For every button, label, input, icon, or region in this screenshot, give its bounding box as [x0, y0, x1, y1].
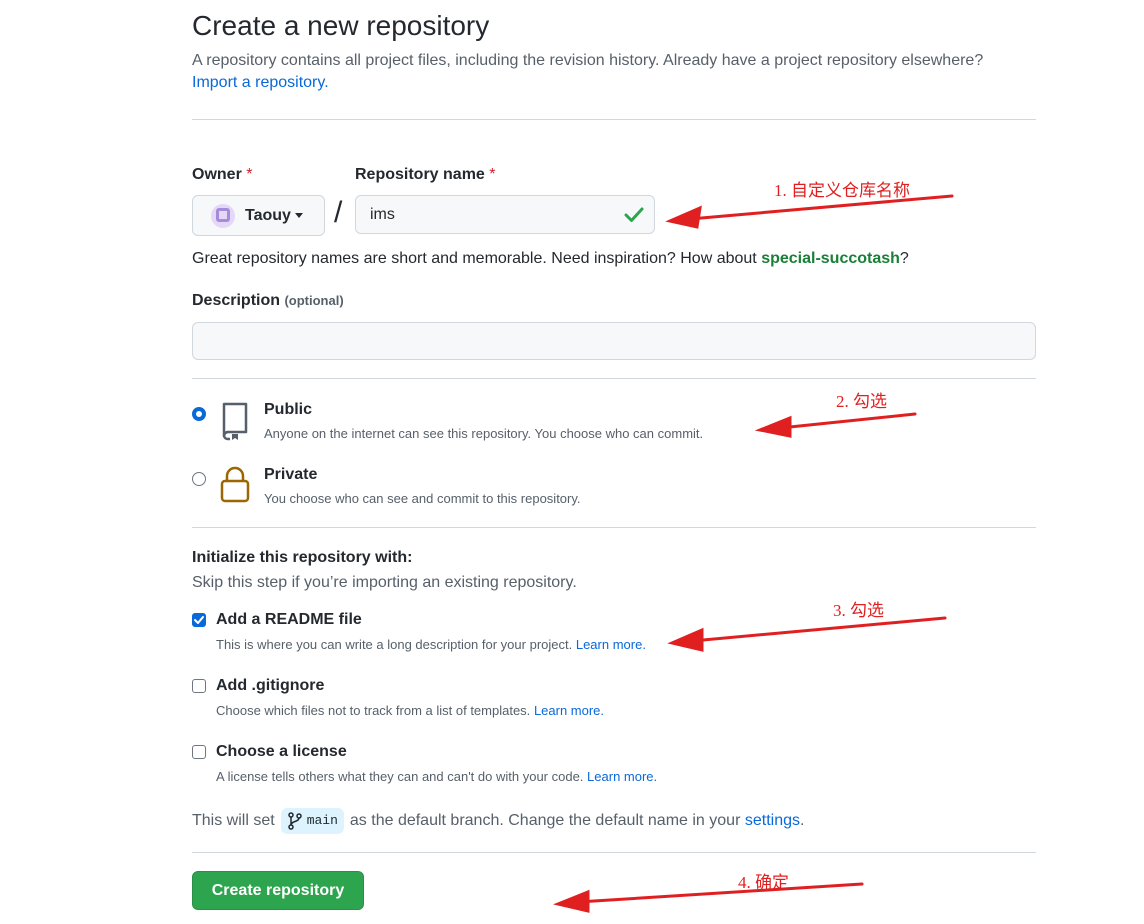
- repo-name-hint: Great repository names are short and mem…: [192, 248, 909, 270]
- gitignore-desc: Choose which files not to track from a l…: [216, 703, 604, 718]
- license-title: Choose a license: [216, 743, 347, 760]
- annotation-2: 2. 勾选: [836, 392, 887, 411]
- license-checkbox[interactable]: [192, 745, 206, 759]
- lock-icon: [220, 466, 250, 503]
- repo-name-label-text: Repository name: [355, 166, 485, 183]
- owner-dropdown[interactable]: Taouy: [192, 195, 325, 236]
- branch-prefix: This will set: [192, 812, 275, 829]
- readme-learn-more-link[interactable]: Learn more.: [576, 637, 646, 652]
- divider: [192, 119, 1036, 120]
- annotation-4: 4. 确定: [738, 873, 789, 892]
- license-desc: A license tells others what they can and…: [216, 769, 657, 784]
- gitignore-learn-more-link[interactable]: Learn more.: [534, 703, 604, 718]
- branch-end: .: [799, 812, 805, 829]
- annotation-arrows: [553, 194, 954, 913]
- readme-checkbox[interactable]: [192, 613, 206, 627]
- annotation-arrow-3: [690, 616, 947, 643]
- annotation-arrowhead-4: [553, 889, 590, 913]
- name-suggestion[interactable]: special-succotash: [761, 250, 900, 267]
- owner-label-text: Owner: [192, 166, 242, 183]
- init-subtitle: Skip this step if you’re importing an ex…: [192, 574, 577, 591]
- required-mark: *: [246, 166, 253, 183]
- check-icon: [624, 207, 644, 222]
- description-label: Description (optional): [192, 292, 344, 310]
- public-title: Public: [264, 401, 313, 418]
- license-desc-text: A license tells others what they can and…: [216, 769, 584, 784]
- divider: [192, 378, 1036, 379]
- annotation-arrowhead-1: [665, 205, 702, 229]
- readme-desc-text: This is where you can write a long descr…: [216, 637, 573, 652]
- description-label-text: Description: [192, 292, 281, 309]
- private-title: Private: [264, 466, 318, 483]
- required-mark: *: [489, 166, 496, 183]
- license-learn-more-link[interactable]: Learn more.: [587, 769, 657, 784]
- owner-repo-separator: /: [334, 196, 343, 229]
- page-title: Create a new repository: [192, 10, 490, 41]
- import-repository-link[interactable]: Import a repository.: [192, 74, 329, 91]
- description-input[interactable]: [192, 322, 1036, 360]
- repo-icon: [222, 402, 248, 441]
- hint-text: Great repository names are short and mem…: [192, 250, 757, 267]
- private-desc: You choose who can see and commit to thi…: [264, 491, 581, 506]
- git-branch-icon: [287, 812, 302, 830]
- page-subtitle: A repository contains all project files,…: [192, 50, 1042, 94]
- annotation-arrow-4: [576, 882, 864, 904]
- readme-title: Add a README file: [216, 611, 362, 628]
- annotation-arrowhead-2: [754, 415, 792, 438]
- repo-name-label: Repository name *: [355, 166, 496, 184]
- gitignore-title: Add .gitignore: [216, 677, 325, 694]
- annotation-3: 3. 勾选: [833, 601, 884, 620]
- readme-desc: This is where you can write a long descr…: [216, 637, 646, 652]
- avatar: [211, 203, 235, 228]
- repository-name-input[interactable]: [355, 195, 655, 234]
- gitignore-checkbox[interactable]: [192, 679, 206, 693]
- branch-middle-text: as the default branch. Change the defaul…: [349, 812, 741, 829]
- create-repository-button[interactable]: Create repository: [192, 871, 364, 910]
- caret-down-icon: [294, 213, 303, 218]
- optional-tag: (optional): [284, 293, 344, 308]
- private-radio[interactable]: [192, 472, 206, 486]
- divider: [192, 852, 1036, 853]
- branch-chip: main: [280, 808, 344, 834]
- hint-end: ?: [899, 250, 909, 267]
- annotation-arrowhead-3: [667, 627, 704, 652]
- public-desc: Anyone on the internet can see this repo…: [264, 426, 704, 441]
- init-title: Initialize this repository with:: [192, 549, 413, 566]
- divider: [192, 527, 1036, 528]
- owner-name: Taouy: [245, 206, 291, 224]
- owner-label: Owner *: [192, 166, 252, 184]
- settings-link[interactable]: settings: [745, 810, 800, 832]
- annotation-1: 1. 自定义仓库名称: [774, 181, 910, 200]
- public-radio[interactable]: [192, 407, 206, 421]
- default-branch-note: This will set main as the default branch…: [192, 808, 804, 834]
- gitignore-desc-text: Choose which files not to track from a l…: [216, 703, 531, 718]
- checkmark-icon: [194, 616, 204, 624]
- branch-name: main: [306, 813, 338, 828]
- annotation-arrow-2: [778, 412, 917, 430]
- subtitle-text: A repository contains all project files,…: [192, 52, 984, 69]
